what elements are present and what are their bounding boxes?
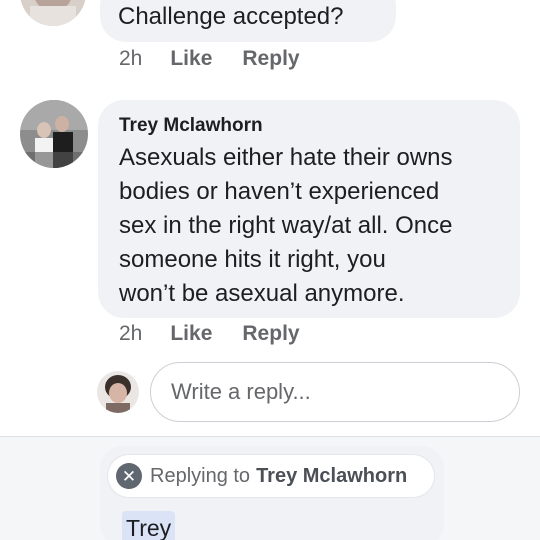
like-button[interactable]: Like bbox=[170, 322, 212, 346]
avatar-image bbox=[20, 0, 86, 26]
previous-reply-button[interactable]: Reply bbox=[242, 47, 299, 71]
avatar-image bbox=[97, 371, 139, 413]
previous-comment-text: Challenge accepted? bbox=[118, 3, 344, 30]
comment-text-line: sex in the right way/at all. Once bbox=[119, 212, 453, 239]
comment-text-line: bodies or haven’t experienced bbox=[119, 178, 440, 205]
replying-to-name: Trey Mclawhorn bbox=[256, 464, 408, 487]
replying-to-prefix: Replying to bbox=[150, 464, 251, 487]
previous-like-button[interactable]: Like bbox=[170, 47, 212, 71]
previous-commenter-avatar[interactable] bbox=[20, 0, 86, 26]
comment-time: 2h bbox=[119, 322, 143, 345]
reply-input[interactable]: Write a reply... bbox=[150, 362, 520, 422]
comment-actions: 2h Like Reply bbox=[119, 322, 330, 346]
comment-text-line: someone hits it right, you bbox=[119, 246, 386, 273]
comment-text-line: Asexuals either hate their owns bbox=[119, 144, 453, 171]
reply-button[interactable]: Reply bbox=[242, 322, 299, 346]
commenter-avatar[interactable] bbox=[20, 100, 88, 168]
previous-comment-time: 2h bbox=[119, 47, 143, 70]
close-icon[interactable]: ✕ bbox=[116, 463, 142, 489]
comment-text: Asexuals either hate their owns bodies o… bbox=[119, 141, 514, 311]
comment-text-line: won’t be asexual anymore. bbox=[119, 280, 405, 307]
avatar-image bbox=[20, 100, 88, 168]
current-user-avatar bbox=[97, 371, 139, 413]
comment-author[interactable]: Trey Mclawhorn bbox=[119, 114, 263, 138]
previous-comment-actions: 2h Like Reply bbox=[119, 47, 330, 71]
mention-tag[interactable]: Trey bbox=[122, 511, 176, 540]
replying-to-chip: ✕ Replying to Trey Mclawhorn bbox=[108, 455, 434, 497]
